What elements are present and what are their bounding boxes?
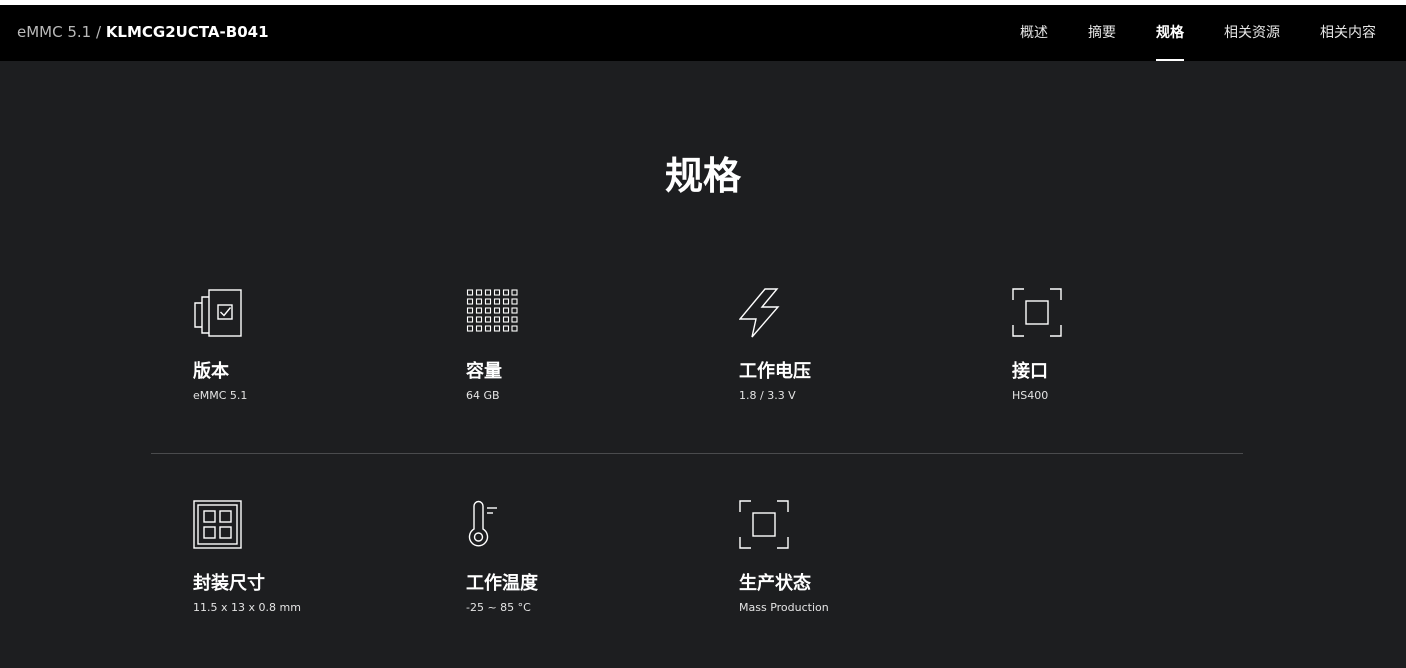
- active-tab-indicator: [1156, 59, 1184, 61]
- breadcrumb-separator: /: [91, 23, 106, 41]
- thermometer-icon: [466, 500, 518, 552]
- spec-label: 版本: [193, 361, 229, 382]
- spec-label: 生产状态: [739, 573, 811, 594]
- spec-value: 1.8 / 3.3 V: [739, 389, 796, 402]
- page-title: 规格: [664, 154, 741, 198]
- spec-label: 接口: [1012, 361, 1048, 382]
- package-icon: [193, 500, 245, 552]
- status-frame-icon: [739, 500, 791, 552]
- tab-overview[interactable]: 概述: [1020, 24, 1048, 42]
- tab-summary[interactable]: 摘要: [1088, 24, 1116, 42]
- top-navbar: eMMC 5.1 / KLMCG2UCTA-B041 概述 摘要 规格 相关资源…: [0, 5, 1406, 61]
- spec-label: 工作温度: [466, 573, 538, 594]
- spec-value: -25 ~ 85 °C: [466, 601, 531, 614]
- breadcrumb-parent-link[interactable]: eMMC 5.1: [17, 23, 91, 41]
- interface-frame-icon: [1012, 288, 1064, 340]
- spec-value: 64 GB: [466, 389, 500, 402]
- spec-value: Mass Production: [739, 601, 829, 614]
- tab-related-resources[interactable]: 相关资源: [1224, 24, 1280, 42]
- row-divider: [151, 453, 1243, 454]
- tab-related-content[interactable]: 相关内容: [1320, 24, 1376, 42]
- spec-label: 容量: [466, 361, 502, 382]
- lightning-icon: [739, 288, 791, 340]
- spec-value: 11.5 x 13 x 0.8 mm: [193, 601, 301, 614]
- breadcrumb-current: KLMCG2UCTA-B041: [105, 23, 269, 41]
- tab-specifications[interactable]: 规格: [1156, 24, 1184, 42]
- spec-label: 封装尺寸: [193, 573, 265, 594]
- version-icon: [193, 288, 245, 340]
- spec-value: eMMC 5.1: [193, 389, 248, 402]
- spec-label: 工作电压: [739, 361, 811, 382]
- capacity-grid-icon: [466, 288, 518, 340]
- breadcrumb: eMMC 5.1 / KLMCG2UCTA-B041: [17, 22, 269, 42]
- spec-value: HS400: [1012, 389, 1049, 402]
